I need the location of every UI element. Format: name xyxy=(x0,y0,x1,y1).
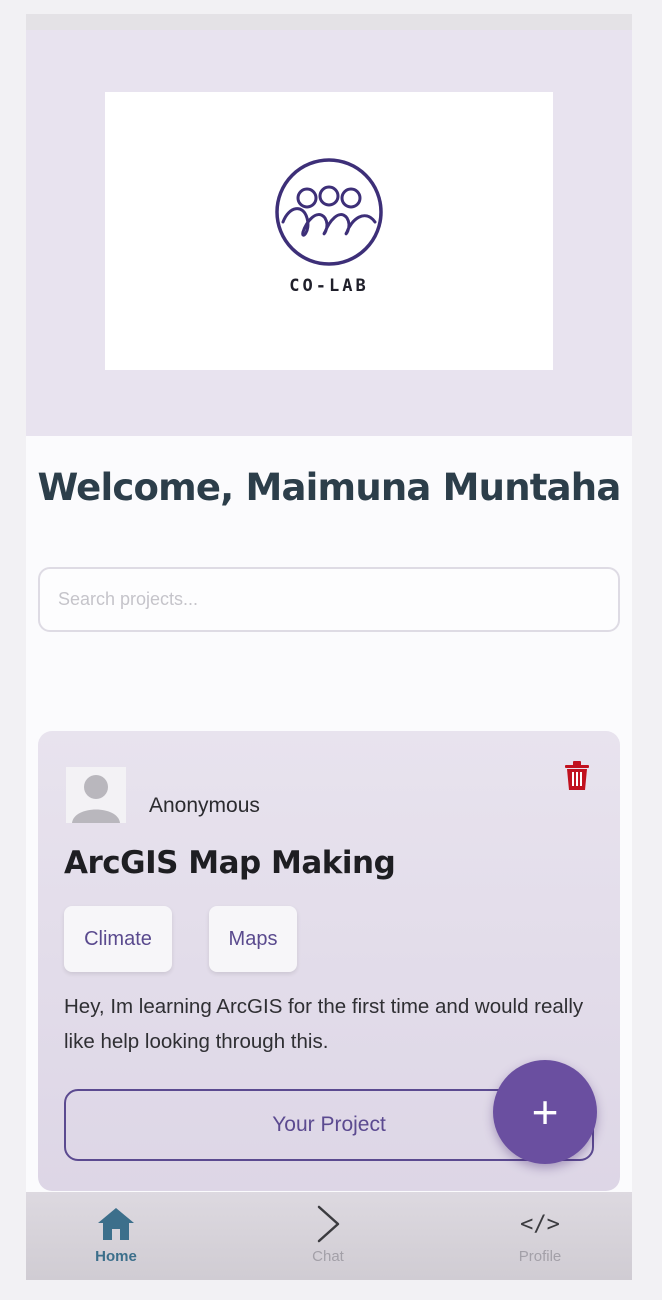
colab-logo-icon xyxy=(275,158,383,266)
bottom-navigation: Home Chat </> Profile xyxy=(26,1192,632,1280)
project-description: Hey, Im learning ArcGIS for the first ti… xyxy=(64,995,584,1053)
trash-icon[interactable] xyxy=(564,761,590,791)
nav-home[interactable]: Home xyxy=(26,1192,206,1280)
project-title: ArcGIS Map Making xyxy=(64,845,396,881)
status-bar xyxy=(26,14,632,30)
welcome-heading: Welcome, Maimuna Muntaha xyxy=(37,466,621,509)
nav-chat[interactable]: Chat xyxy=(238,1192,418,1280)
app-screen: CO-LAB Welcome, Maimuna Muntaha Anonymou… xyxy=(26,14,632,1280)
tag-maps[interactable]: Maps xyxy=(209,906,297,972)
nav-home-label: Home xyxy=(95,1248,137,1265)
user-avatar-icon xyxy=(66,767,126,823)
logo-wordmark: CO-LAB xyxy=(289,276,369,296)
tag-climate[interactable]: Climate xyxy=(64,906,172,972)
project-author: Anonymous xyxy=(149,794,260,817)
chevron-right-icon xyxy=(317,1205,340,1243)
search-input[interactable] xyxy=(38,567,620,632)
header-banner: CO-LAB xyxy=(26,30,632,436)
nav-chat-label: Chat xyxy=(312,1248,344,1265)
add-project-button[interactable]: + xyxy=(493,1060,597,1164)
plus-icon: + xyxy=(531,1086,559,1138)
code-icon: </> xyxy=(520,1211,560,1237)
logo-card: CO-LAB xyxy=(105,92,553,370)
nav-profile[interactable]: </> Profile xyxy=(450,1192,630,1280)
home-icon xyxy=(98,1208,134,1240)
nav-profile-label: Profile xyxy=(518,1248,562,1265)
